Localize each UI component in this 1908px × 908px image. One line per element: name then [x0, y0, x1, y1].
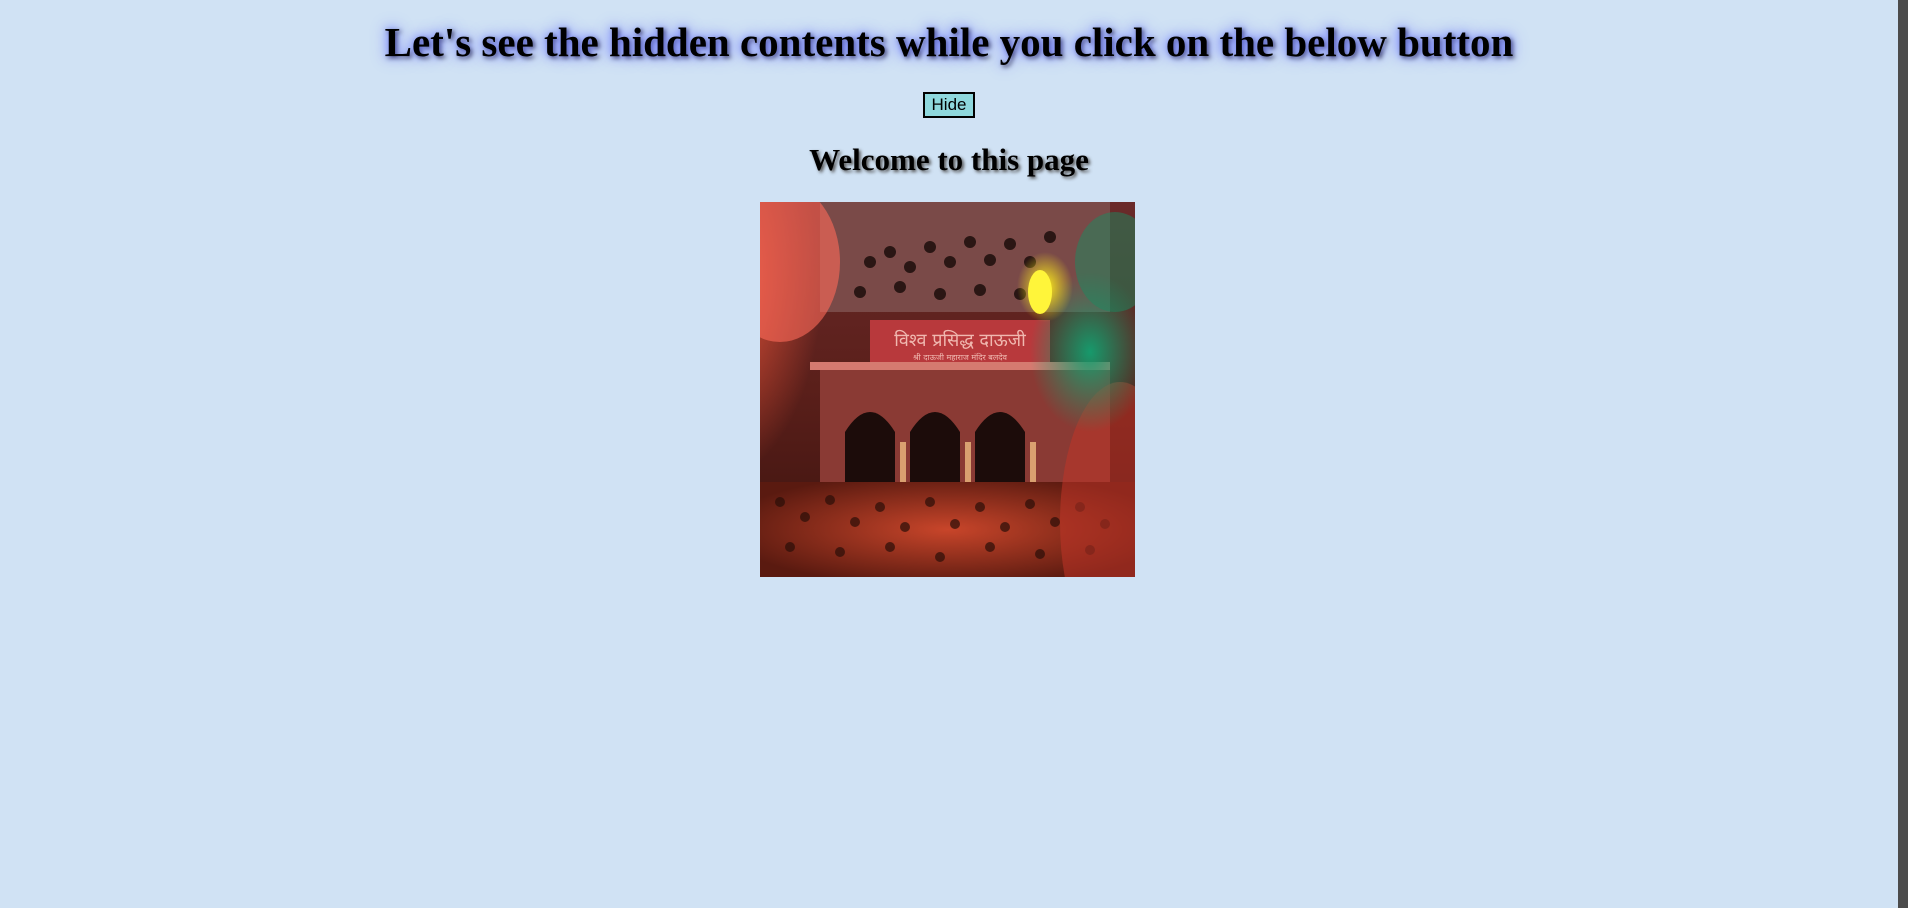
hide-button[interactable]: Hide: [922, 92, 976, 118]
page: Let's see the hidden contents while you …: [0, 0, 1908, 908]
vertical-scrollbar[interactable]: [1898, 0, 1908, 908]
holi-festival-image: विश्व प्रसिद्ध दाऊजी श्री दाऊजी महाराज म…: [760, 202, 1135, 577]
temple-sign-text: विश्व प्रसिद्ध दाऊजी: [894, 329, 1026, 351]
welcome-heading: Welcome to this page: [809, 142, 1089, 177]
page-title: Let's see the hidden contents while you …: [384, 19, 1514, 65]
toggle-container: Hide: [0, 92, 1898, 118]
temple-sign-subtext: श्री दाऊजी महाराज मंदिर बलदेव: [913, 352, 1008, 362]
